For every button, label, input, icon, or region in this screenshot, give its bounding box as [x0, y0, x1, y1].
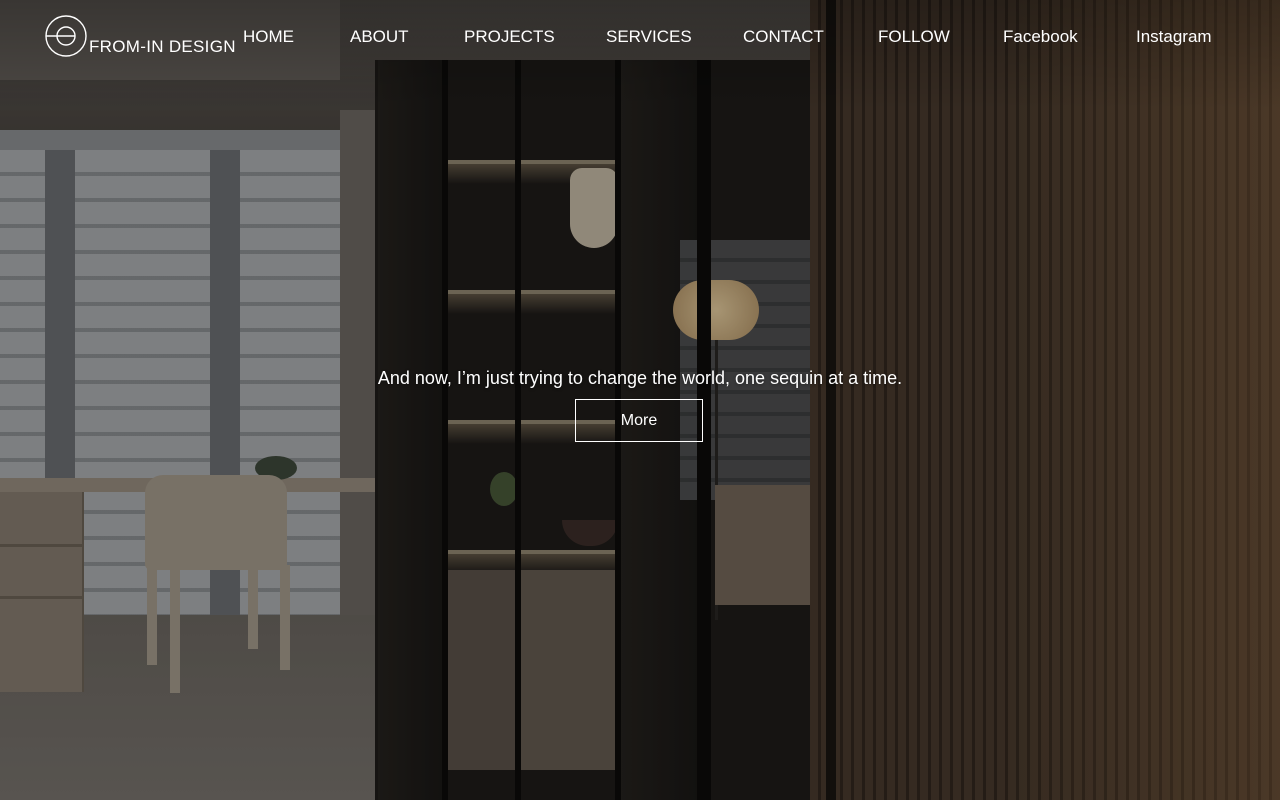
nav-contact[interactable]: CONTACT [743, 27, 824, 47]
nav-instagram[interactable]: Instagram [1136, 27, 1212, 47]
nav-facebook[interactable]: Facebook [1003, 27, 1078, 47]
nav-projects[interactable]: PROJECTS [464, 27, 555, 47]
main-nav: HOME ABOUT PROJECTS SERVICES CONTACT FOL… [0, 27, 1280, 49]
nav-home[interactable]: HOME [243, 27, 294, 47]
nav-follow[interactable]: FOLLOW [878, 27, 950, 47]
more-button[interactable]: More [575, 399, 703, 442]
hero-tagline: And now, I’m just trying to change the w… [377, 368, 903, 388]
nav-services[interactable]: SERVICES [606, 27, 692, 47]
nav-about[interactable]: ABOUT [350, 27, 409, 47]
page: FROM-IN DESIGN HOME ABOUT PROJECTS SERVI… [0, 0, 1280, 800]
site-header: FROM-IN DESIGN HOME ABOUT PROJECTS SERVI… [0, 0, 1280, 74]
